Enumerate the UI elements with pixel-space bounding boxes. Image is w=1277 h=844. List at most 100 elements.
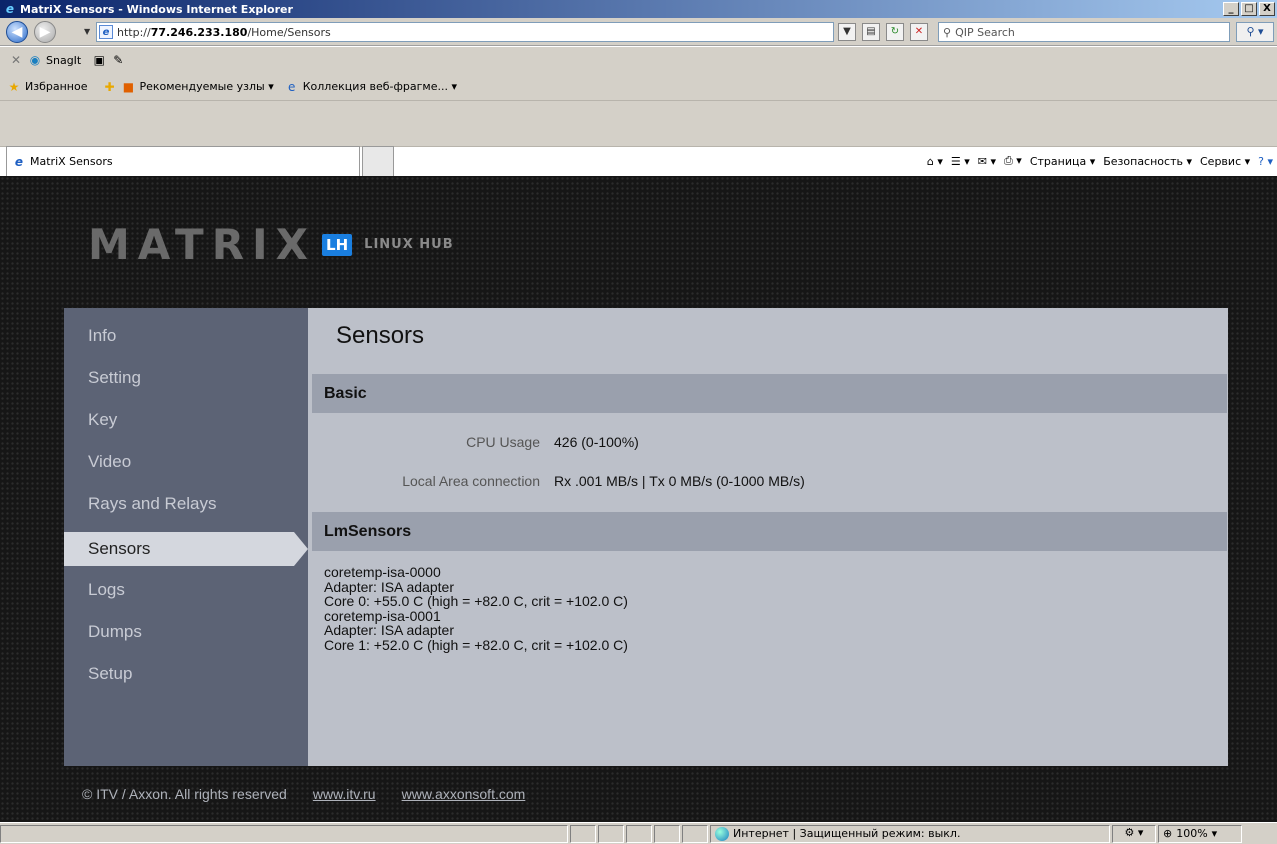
- recommended-sites-link[interactable]: Рекомендуемые узлы ▾: [139, 80, 273, 93]
- sidebar-item-setting[interactable]: Setting: [64, 361, 308, 395]
- cpu-usage-value: 426 (0-100%): [554, 434, 639, 450]
- page-icon: e: [99, 25, 113, 39]
- sidebar-nav: Info Setting Key Video Rays and Relays S…: [64, 308, 308, 766]
- url-prefix: http://: [117, 25, 151, 39]
- search-button[interactable]: ⚲ ▾: [1236, 22, 1274, 42]
- command-bar: ⌂ ▾ ☰ ▾ ✉ ▾ ⎙ ▾ Страница ▾ Безопасность …: [927, 149, 1273, 173]
- snagit-icon: ◉: [29, 53, 41, 67]
- sidebar-item-video[interactable]: Video: [64, 445, 308, 479]
- search-placeholder: QIP Search: [955, 25, 1015, 39]
- page-footer: © ITV / Axxon. All rights reserved www.i…: [82, 786, 525, 802]
- itv-link[interactable]: www.itv.ru: [313, 786, 376, 802]
- forward-button[interactable]: ▶: [34, 21, 56, 43]
- home-icon[interactable]: ⌂ ▾: [927, 155, 943, 168]
- add-favorite-icon[interactable]: ✚: [101, 79, 117, 95]
- minimize-button[interactable]: _: [1223, 2, 1239, 16]
- status-segment: [654, 824, 680, 843]
- brand-name: MATRIX: [88, 220, 317, 269]
- zoom-control[interactable]: ⊕ 100% ▾: [1158, 824, 1242, 843]
- sidebar-item-logs[interactable]: Logs: [64, 573, 308, 607]
- sensor-line: Core 1: +52.0 C (high = +82.0 C, crit = …: [324, 636, 628, 653]
- url-path: /Home/Sensors: [247, 25, 331, 39]
- favorites-bar: ★ Избранное ✚ ■ Рекомендуемые узлы ▾ e К…: [0, 73, 1277, 101]
- main-content: Sensors Basic CPU Usage 426 (0-100%) Loc…: [308, 308, 1228, 766]
- web-page: MATRIX LH LINUX HUB Info Setting Key Vid…: [0, 176, 1277, 822]
- popup-blocker-icon[interactable]: ⚙ ▾: [1112, 824, 1156, 843]
- sidebar-item-sensors[interactable]: Sensors: [64, 532, 308, 566]
- web-slice-icon: e: [288, 79, 296, 94]
- close-toolbar-icon[interactable]: ✕: [8, 52, 24, 68]
- address-dropdown-button[interactable]: ▼: [838, 23, 856, 41]
- tab-ie-icon: e: [14, 154, 24, 169]
- address-input[interactable]: e http://77.246.233.180/Home/Sensors: [96, 22, 834, 42]
- help-icon[interactable]: ? ▾: [1258, 155, 1273, 168]
- tab-label: MatriX Sensors: [30, 155, 113, 168]
- new-tab-button[interactable]: [362, 146, 394, 176]
- sidebar-item-key[interactable]: Key: [64, 403, 308, 437]
- search-input[interactable]: ⚲ QIP Search: [938, 22, 1230, 42]
- status-segment: [626, 824, 652, 843]
- status-bar: Интернет | Защищенный режим: выкл. ⚙ ▾ ⊕…: [0, 822, 1277, 844]
- brand-badge: LH: [322, 233, 353, 256]
- recommended-icon: ■: [122, 79, 135, 94]
- copyright-text: © ITV / Axxon. All rights reserved: [82, 786, 287, 802]
- refresh-icon[interactable]: ↻: [886, 23, 904, 41]
- feeds-icon[interactable]: ☰ ▾: [951, 155, 970, 168]
- compatibility-view-icon[interactable]: ▤: [862, 23, 880, 41]
- lan-field: Local Area connection: [308, 473, 540, 491]
- maximize-button[interactable]: □: [1241, 2, 1257, 16]
- tab-matrix-sensors[interactable]: e MatriX Sensors: [6, 146, 360, 176]
- security-zone[interactable]: Интернет | Защищенный режим: выкл.: [710, 824, 1110, 843]
- close-button[interactable]: X: [1259, 2, 1275, 16]
- zoom-dropdown-icon: ▾: [1211, 827, 1218, 840]
- section-basic-header: Basic: [312, 374, 1227, 413]
- favorites-star-icon: ★: [8, 79, 20, 94]
- lan-value: Rx .001 MB/s | Tx 0 MB/s (0-1000 MB/s): [554, 473, 805, 489]
- internet-globe-icon: [715, 826, 729, 841]
- zoom-value: 100%: [1176, 827, 1208, 840]
- snagit-window-icon[interactable]: ▣: [91, 52, 107, 68]
- snagit-button[interactable]: SnagIt: [46, 54, 81, 67]
- section-lmsensors-header: LmSensors: [312, 512, 1227, 551]
- tools-menu[interactable]: Сервис ▾: [1200, 155, 1250, 168]
- address-toolbar: ◀ ▶ ▼ e http://77.246.233.180/Home/Senso…: [0, 18, 1277, 46]
- zone-text: Интернет | Защищенный режим: выкл.: [733, 827, 961, 840]
- brand-logo[interactable]: MATRIX LH LINUX HUB: [88, 220, 454, 269]
- cpu-usage-label: CPU Usage: [466, 434, 540, 450]
- status-segment: [598, 824, 624, 843]
- sensor-line: Adapter: ISA adapter: [324, 622, 454, 639]
- sensor-line: coretemp-isa-0000: [324, 564, 441, 580]
- window-titlebar: e MatriX Sensors - Windows Internet Expl…: [0, 0, 1277, 18]
- sensor-line: coretemp-isa-0001: [324, 607, 441, 624]
- print-icon[interactable]: ⎙ ▾: [1004, 154, 1022, 168]
- snagit-edit-icon[interactable]: ✎: [110, 52, 126, 68]
- favorites-button[interactable]: Избранное: [25, 80, 87, 93]
- axxonsoft-link[interactable]: www.axxonsoft.com: [402, 786, 526, 802]
- status-segment: [682, 824, 708, 843]
- lmsensors-output: coretemp-isa-0000 Adapter: ISA adapter C…: [324, 565, 628, 653]
- history-dropdown-icon[interactable]: ▼: [84, 27, 90, 36]
- back-button[interactable]: ◀: [6, 21, 28, 43]
- sensor-line: Core 0: +55.0 C (high = +82.0 C, crit = …: [324, 593, 628, 610]
- sidebar-item-setup[interactable]: Setup: [64, 657, 308, 691]
- zoom-icon: ⊕: [1163, 827, 1173, 840]
- page-menu[interactable]: Страница ▾: [1030, 155, 1095, 168]
- mail-icon[interactable]: ✉ ▾: [978, 155, 996, 168]
- stop-icon[interactable]: ✕: [910, 23, 928, 41]
- safety-menu[interactable]: Безопасность ▾: [1103, 155, 1192, 168]
- sidebar-item-info[interactable]: Info: [64, 319, 308, 353]
- web-slice-gallery-link[interactable]: Коллекция веб-фрагме... ▾: [303, 80, 457, 93]
- page-title: Sensors: [336, 322, 425, 349]
- ie-logo-icon: e: [5, 2, 15, 16]
- search-magnifier-icon: ⚲: [943, 25, 952, 39]
- tab-strip: [0, 101, 1277, 147]
- window-title: MatriX Sensors - Windows Internet Explor…: [20, 2, 293, 16]
- status-text-segment: [0, 824, 568, 843]
- window-controls: _ □ X: [1223, 2, 1275, 16]
- lan-label: Local Area connection: [402, 473, 540, 489]
- brand-subtitle: LINUX HUB: [364, 237, 454, 252]
- sidebar-item-rays-relays[interactable]: Rays and Relays: [64, 487, 308, 521]
- url-host: 77.246.233.180: [150, 25, 248, 39]
- status-segment: [570, 824, 596, 843]
- sidebar-item-dumps[interactable]: Dumps: [64, 615, 308, 649]
